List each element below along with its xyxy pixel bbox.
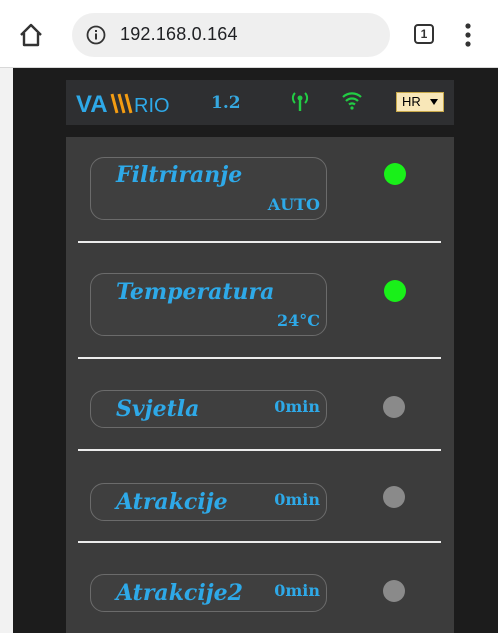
divider bbox=[78, 357, 441, 359]
atrakcije-status-indicator bbox=[383, 486, 405, 508]
temperatura-value: 24°C bbox=[277, 311, 320, 330]
page-edge bbox=[0, 68, 13, 633]
atrakcije2-button[interactable]: Atrakcije2 0min bbox=[90, 574, 327, 612]
tab-switcher-button[interactable]: 1 bbox=[414, 24, 434, 44]
atrakcije2-label: Atrakcije2 bbox=[116, 580, 243, 606]
svg-text:RIO: RIO bbox=[134, 95, 170, 117]
divider bbox=[78, 541, 441, 543]
dropdown-arrow-icon bbox=[430, 99, 438, 105]
divider bbox=[78, 449, 441, 451]
home-icon[interactable] bbox=[18, 22, 44, 48]
svg-text:VA: VA bbox=[76, 91, 108, 118]
info-icon[interactable] bbox=[86, 25, 106, 45]
atrakcije2-timer: 0min bbox=[274, 581, 320, 600]
svjetla-label: Svjetla bbox=[116, 396, 200, 422]
filtriranje-mode: AUTO bbox=[267, 195, 320, 214]
wifi-icon bbox=[342, 92, 362, 110]
filtriranje-label: Filtriranje bbox=[116, 162, 243, 188]
temperatura-button[interactable]: Temperatura 24°C bbox=[90, 273, 327, 336]
address-bar[interactable]: 192.168.0.164 bbox=[72, 13, 390, 57]
svjetla-status-indicator bbox=[383, 396, 405, 418]
more-menu-icon[interactable] bbox=[464, 22, 472, 48]
language-value: HR bbox=[402, 94, 421, 109]
svjetla-timer: 0min bbox=[274, 397, 320, 416]
firmware-version: 1.2 bbox=[211, 93, 241, 113]
temperatura-status-indicator bbox=[384, 280, 406, 302]
url-text[interactable]: 192.168.0.164 bbox=[120, 24, 238, 45]
filtriranje-button[interactable]: Filtriranje AUTO bbox=[90, 157, 327, 220]
atrakcije-timer: 0min bbox=[274, 490, 320, 509]
vario-logo: VA RIO bbox=[76, 91, 170, 118]
antenna-icon bbox=[291, 92, 309, 111]
app-header: VA RIO 1.2 HR bbox=[66, 80, 454, 125]
atrakcije-label: Atrakcije bbox=[116, 489, 228, 515]
browser-toolbar: 192.168.0.164 1 bbox=[0, 0, 498, 68]
filtriranje-status-indicator bbox=[384, 163, 406, 185]
atrakcije2-status-indicator bbox=[383, 580, 405, 602]
atrakcije-button[interactable]: Atrakcije 0min bbox=[90, 483, 327, 521]
language-select[interactable]: HR bbox=[396, 92, 444, 112]
divider bbox=[78, 241, 441, 243]
temperatura-label: Temperatura bbox=[116, 279, 275, 305]
svjetla-button[interactable]: Svjetla 0min bbox=[90, 390, 327, 428]
